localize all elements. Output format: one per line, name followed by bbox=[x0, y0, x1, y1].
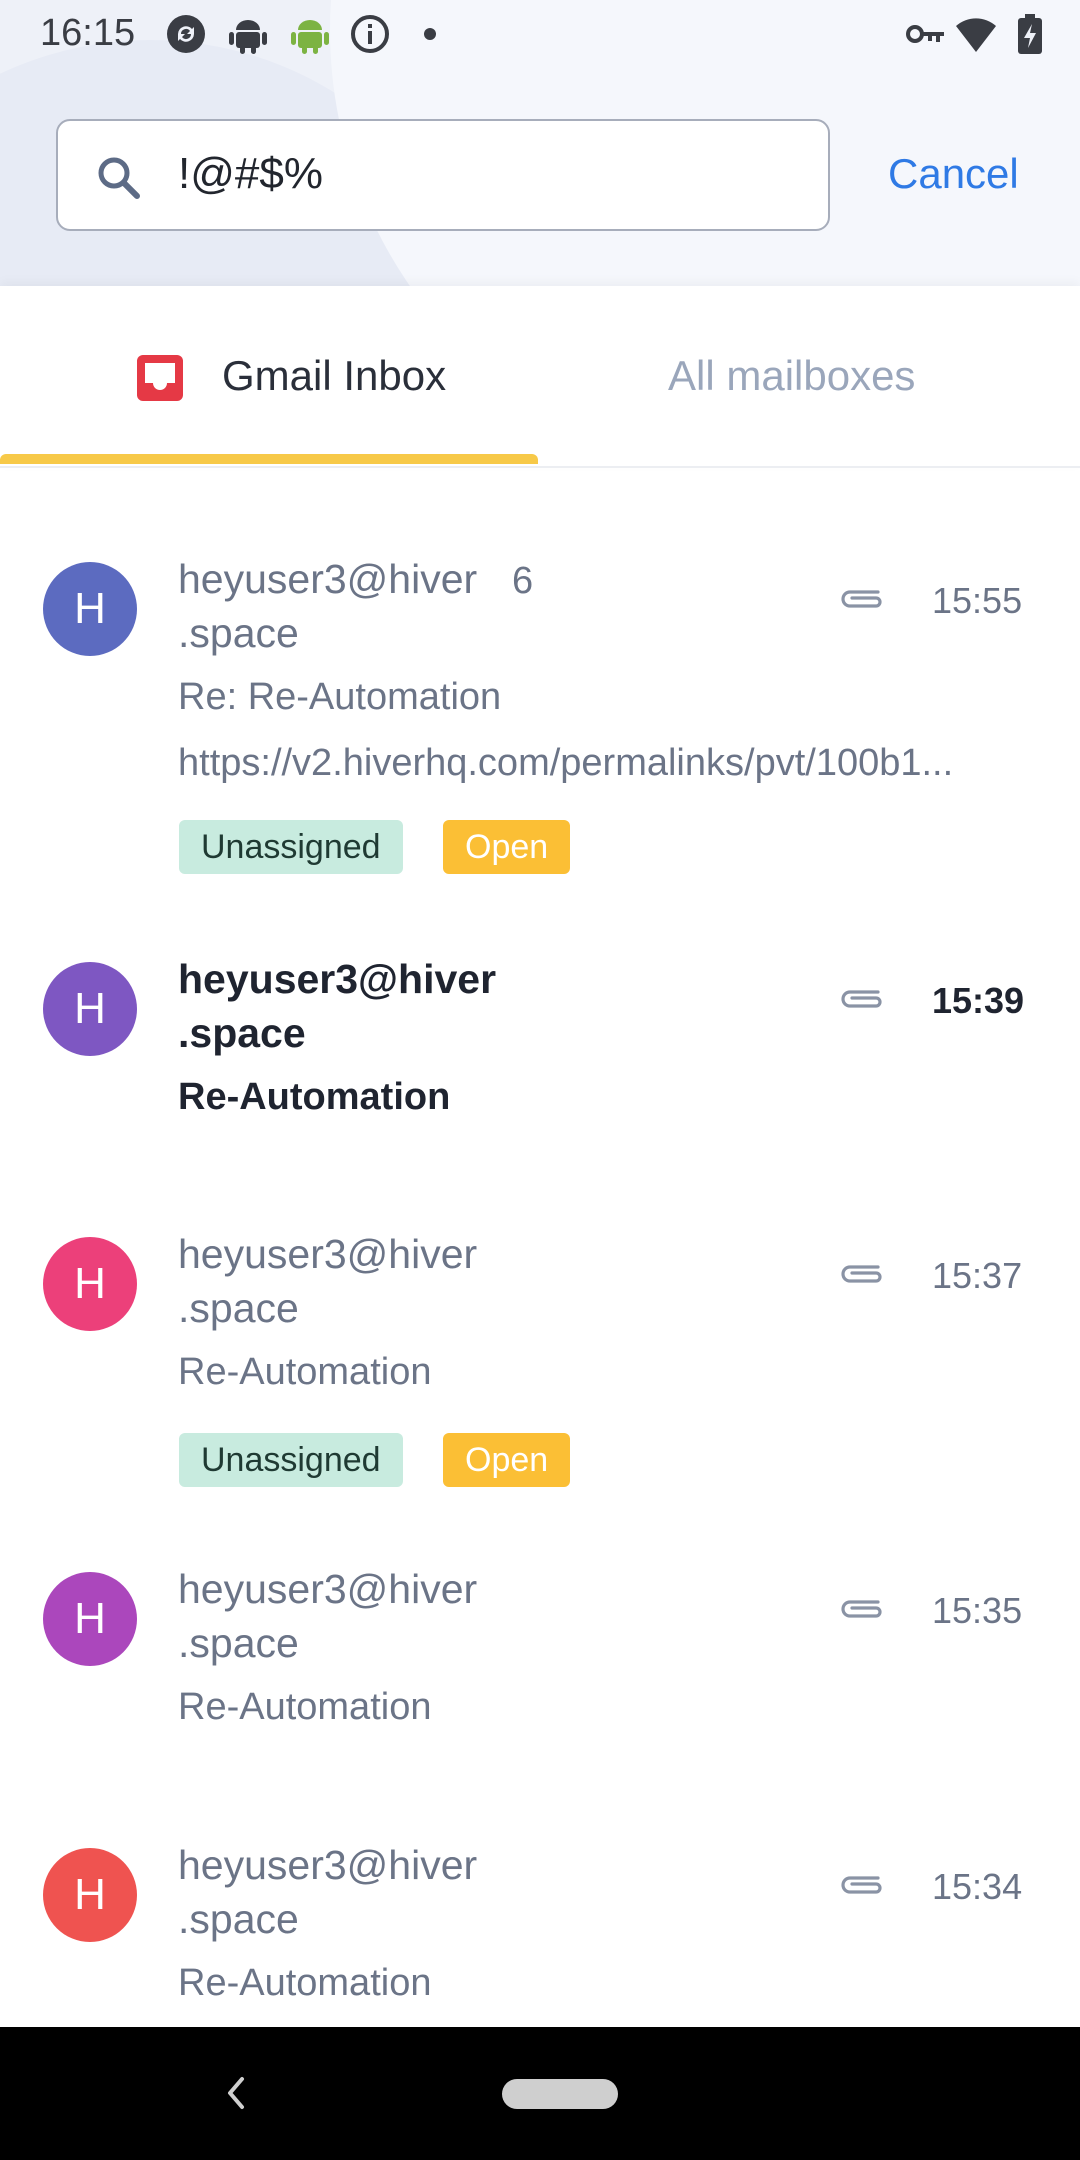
sender-name: heyuser3@hiver .space bbox=[178, 1227, 578, 1335]
avatar: H bbox=[43, 1848, 137, 1942]
avatar: H bbox=[43, 962, 137, 1056]
home-button[interactable] bbox=[502, 2079, 618, 2109]
attachment-icon bbox=[841, 990, 882, 1008]
cancel-button[interactable]: Cancel bbox=[888, 150, 1019, 198]
email-subject: Re-Automation bbox=[178, 1686, 432, 1728]
status-bar: 16:15 bbox=[0, 0, 1080, 66]
status-time: 16:15 bbox=[40, 12, 136, 54]
email-row[interactable]: H heyuser3@hiver .space 15:34 Re-Automat… bbox=[0, 1826, 1080, 2026]
active-tab-indicator bbox=[0, 454, 538, 464]
avatar: H bbox=[43, 1572, 137, 1666]
sender-line: heyuser3@hiver bbox=[178, 1231, 478, 1277]
search-icon bbox=[98, 157, 140, 199]
mailbox-tabs: Gmail Inbox All mailboxes bbox=[0, 286, 1080, 468]
email-row[interactable]: H heyuser3@hiver .space 15:39 Re-Automat… bbox=[0, 940, 1080, 1150]
email-subject: Re: Re-Automation bbox=[178, 676, 502, 718]
sender-line: .space bbox=[178, 1010, 306, 1056]
wifi-icon bbox=[956, 18, 996, 52]
assignment-tag: Unassigned bbox=[179, 820, 403, 874]
email-time: 15:37 bbox=[932, 1255, 1023, 1296]
sender-name: heyuser3@hiver .space bbox=[178, 1562, 578, 1670]
search-query[interactable]: !@#$% bbox=[178, 149, 323, 199]
sender-name: heyuser3@hiver .space bbox=[178, 952, 578, 1060]
email-time: 15:34 bbox=[932, 1866, 1023, 1907]
email-row[interactable]: H heyuser3@hiver .space 15:35 Re-Automat… bbox=[0, 1550, 1080, 1760]
avatar: H bbox=[43, 1237, 137, 1331]
attachment-icon bbox=[841, 1876, 882, 1894]
attachment-icon bbox=[841, 590, 882, 608]
battery-icon bbox=[1018, 14, 1042, 54]
email-subject: Re-Automation bbox=[178, 1076, 451, 1118]
email-time: 15:55 bbox=[932, 580, 1023, 621]
email-subject: Re-Automation bbox=[178, 1351, 432, 1393]
android-green-icon bbox=[291, 20, 329, 54]
tab-all-mailboxes-label: All mailboxes bbox=[668, 352, 916, 399]
sender-line: heyuser3@hiver bbox=[178, 1842, 478, 1888]
sender-line: .space bbox=[178, 1896, 299, 1942]
android-icon bbox=[229, 20, 267, 54]
status-tag: Open bbox=[443, 1433, 571, 1487]
avatar: H bbox=[43, 562, 137, 656]
assignment-tag: Unassigned bbox=[179, 1433, 403, 1487]
sender-line: .space bbox=[178, 610, 299, 656]
status-tag: Open bbox=[443, 820, 571, 874]
sender-line: .space bbox=[178, 1285, 299, 1331]
sender-line: heyuser3@hiver bbox=[178, 956, 497, 1002]
dot-icon bbox=[424, 28, 436, 40]
email-row[interactable]: H heyuser3@hiver .space 6 15:55 Re: Re-A… bbox=[0, 540, 1080, 880]
header-area: 16:15 !@#$% Cancel bbox=[0, 0, 1080, 286]
key-icon bbox=[906, 25, 944, 43]
attachment-icon bbox=[841, 1265, 882, 1283]
back-icon[interactable] bbox=[218, 2071, 254, 2115]
sender-line: heyuser3@hiver bbox=[178, 1566, 478, 1612]
sync-icon bbox=[167, 15, 205, 53]
tab-gmail-inbox[interactable]: Gmail Inbox bbox=[0, 286, 538, 466]
navigation-bar bbox=[0, 2027, 1080, 2160]
attachment-icon bbox=[841, 1600, 882, 1618]
email-snippet: https://v2.hiverhq.com/permalinks/pvt/10… bbox=[178, 742, 954, 784]
tab-all-mailboxes[interactable]: All mailboxes bbox=[540, 286, 1080, 466]
thread-count: 6 bbox=[512, 560, 534, 602]
sender-name: heyuser3@hiver .space bbox=[178, 1838, 578, 1946]
search-input[interactable]: !@#$% bbox=[56, 119, 830, 231]
sender-line: .space bbox=[178, 1620, 299, 1666]
email-time: 15:39 bbox=[932, 980, 1025, 1021]
email-row[interactable]: H heyuser3@hiver .space 15:37 Re-Automat… bbox=[0, 1215, 1080, 1505]
tab-gmail-inbox-label: Gmail Inbox bbox=[222, 352, 447, 399]
email-time: 15:35 bbox=[932, 1590, 1023, 1631]
info-icon bbox=[351, 15, 389, 53]
email-subject: Re-Automation bbox=[178, 1962, 432, 2004]
inbox-icon bbox=[137, 355, 183, 401]
